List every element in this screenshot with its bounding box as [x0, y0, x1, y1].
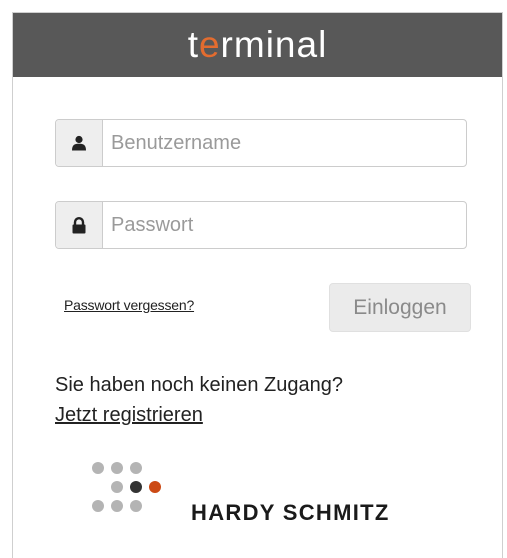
- brand-accent: e: [198, 24, 221, 65]
- logo-dot: [111, 481, 123, 493]
- password-field: [55, 201, 467, 249]
- password-input[interactable]: [103, 202, 466, 248]
- logo-dot: [111, 500, 123, 512]
- brand-suffix: rminal: [220, 24, 328, 65]
- logo-dot: [111, 462, 123, 474]
- brand-logo: terminal: [188, 24, 328, 66]
- register-link[interactable]: Jetzt registrieren: [55, 404, 203, 427]
- logo-dot-dark: [130, 481, 142, 493]
- lock-icon: [72, 216, 86, 233]
- company-name: HARDY SCHMITZ: [191, 500, 390, 525]
- logo-dot-accent: [149, 481, 161, 493]
- username-addon: [56, 120, 103, 166]
- logo-dot: [92, 462, 104, 474]
- header-bar: terminal: [13, 13, 502, 77]
- password-addon: [56, 202, 103, 248]
- logo-dot: [92, 500, 104, 512]
- login-panel: terminal Passwort vergessen? Einloggen S…: [12, 12, 503, 558]
- username-input[interactable]: [103, 120, 466, 166]
- logo-dot: [130, 500, 142, 512]
- forgot-password-link[interactable]: Passwort vergessen?: [64, 297, 194, 313]
- logo-dot: [130, 462, 142, 474]
- brand-prefix: t: [187, 24, 199, 65]
- username-field: [55, 119, 467, 167]
- login-button[interactable]: Einloggen: [329, 283, 471, 332]
- user-icon: [72, 135, 86, 151]
- no-access-text: Sie haben noch keinen Zugang?: [55, 374, 344, 396]
